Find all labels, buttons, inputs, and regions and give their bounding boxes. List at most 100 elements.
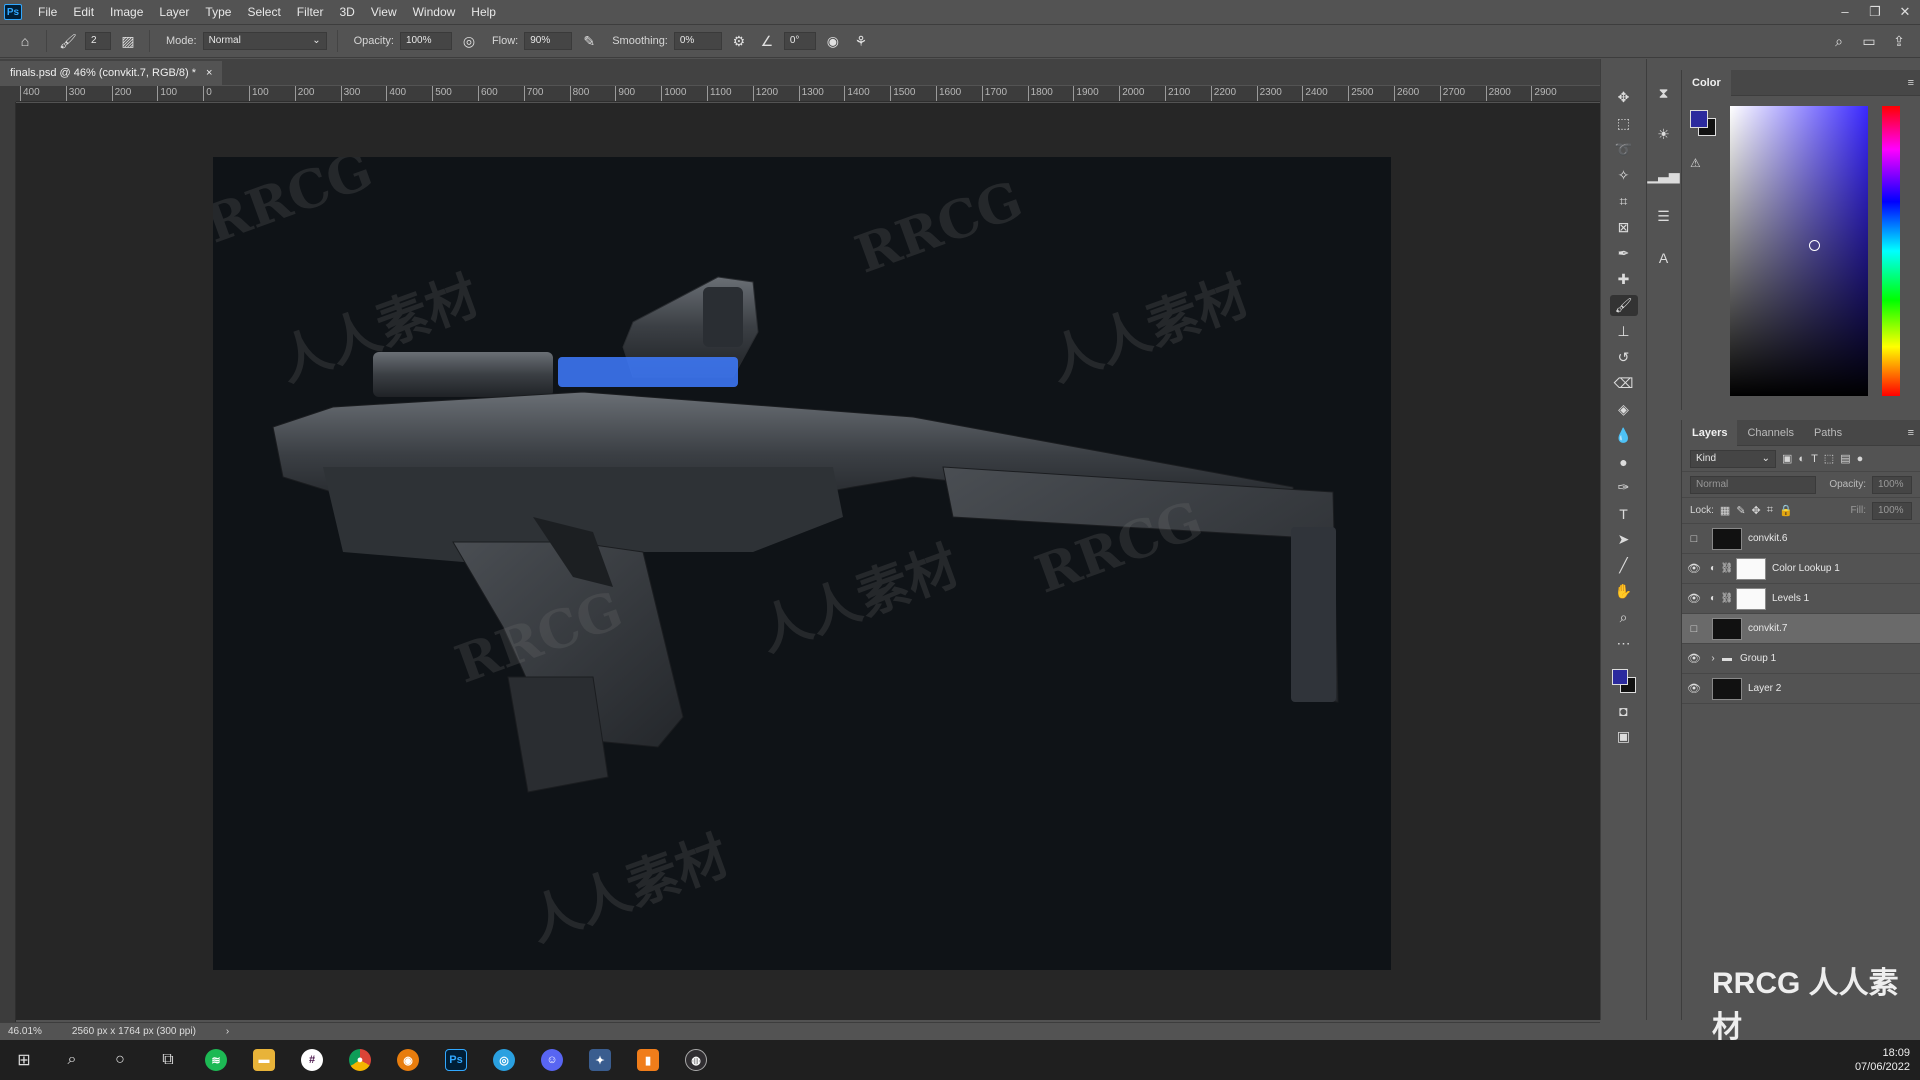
lock-pixels-icon[interactable]: ✎ (1736, 504, 1745, 517)
pressure-opacity-icon[interactable]: ◎ (458, 30, 480, 52)
line-tool-icon[interactable]: ╱ (1610, 555, 1638, 576)
flow-field[interactable]: 90% (524, 32, 573, 50)
system-clock[interactable]: 18:09 07/06/2022 (1855, 1046, 1920, 1074)
move-tool-icon[interactable]: ✥ (1610, 87, 1638, 108)
gear-icon[interactable]: ⚙ (728, 30, 750, 52)
screen-mode-icon[interactable]: ▣ (1610, 726, 1638, 747)
document-info[interactable]: 2560 px x 1764 px (300 ppi) (72, 1026, 196, 1037)
cortana-icon[interactable]: ○ (96, 1040, 144, 1080)
eyedropper-icon[interactable]: ✒ (1610, 243, 1638, 264)
properties-panel-icon[interactable]: ☰ (1650, 206, 1678, 227)
taskbar-app-explorer[interactable]: ▬ (240, 1040, 288, 1080)
foreground-color-swatch[interactable] (1611, 669, 1628, 685)
visibility-off-icon[interactable]: □ (1682, 533, 1706, 545)
panel-menu-icon[interactable]: ≡ (1908, 427, 1920, 439)
color-picker-marker[interactable] (1809, 240, 1820, 251)
crop-tool-icon[interactable]: ⌗ (1610, 191, 1638, 212)
pen-tool-icon[interactable]: ✑ (1610, 477, 1638, 498)
color-panel-foreground[interactable] (1690, 110, 1708, 128)
brush-tool-icon[interactable]: 🖌 (57, 30, 79, 52)
menu-file[interactable]: File (30, 0, 65, 24)
tab-layers[interactable]: Layers (1682, 419, 1738, 446)
path-selection-icon[interactable]: ➤ (1610, 529, 1638, 550)
taskbar-app-discord[interactable]: ☺ (528, 1040, 576, 1080)
layer-row-group1[interactable]: 👁 › ▬ Group 1 (1682, 644, 1920, 674)
histogram-panel-icon[interactable]: ▁▃▅ (1647, 165, 1679, 186)
taskbar-app-obs[interactable]: ◍ (672, 1040, 720, 1080)
horizontal-ruler[interactable]: 400 300 200 100 0 100 200 300 400 500 600 700 800 900… (16, 86, 1600, 102)
lock-artboard-icon[interactable]: ⌗ (1767, 504, 1773, 517)
eraser-icon[interactable]: ⌫ (1610, 373, 1638, 394)
home-icon[interactable]: ⌂ (14, 30, 36, 52)
menu-image[interactable]: Image (102, 0, 151, 24)
search-icon[interactable]: ⌕ (48, 1040, 96, 1080)
adjustments-panel-icon[interactable]: ☀ (1650, 124, 1678, 145)
symmetry-icon[interactable]: ⚘ (850, 30, 872, 52)
document-tab[interactable]: finals.psd @ 46% (convkit.7, RGB/8) * × (0, 61, 223, 85)
filter-pixel-icon[interactable]: ▣ (1782, 452, 1792, 465)
lasso-tool-icon[interactable]: ➰ (1610, 139, 1638, 160)
chevron-right-icon[interactable]: › (226, 1026, 229, 1037)
eye-icon[interactable]: 👁 (1682, 592, 1706, 605)
dodge-tool-icon[interactable]: ● (1610, 451, 1638, 472)
zoom-tool-icon[interactable]: ⌕ (1610, 607, 1638, 628)
taskbar-app-tool[interactable]: ✦ (576, 1040, 624, 1080)
blend-mode-select[interactable]: Normal (1690, 475, 1816, 494)
restore-icon[interactable]: ❐ (1860, 0, 1890, 24)
clone-stamp-icon[interactable]: ⊥ (1610, 321, 1638, 342)
layer-row-color-lookup[interactable]: 👁 ◐ ⛓ Color Lookup 1 (1682, 554, 1920, 584)
menu-window[interactable]: Window (405, 0, 464, 24)
taskbar-app-orange[interactable]: ▮ (624, 1040, 672, 1080)
eye-icon[interactable]: 👁 (1682, 562, 1706, 575)
vertical-ruler[interactable] (0, 102, 16, 1022)
tab-paths[interactable]: Paths (1804, 420, 1852, 446)
brush-tool-icon[interactable]: 🖌 (1609, 295, 1638, 316)
taskbar-app-photoshop[interactable]: Ps (432, 1040, 480, 1080)
lock-position-icon[interactable]: ✥ (1752, 504, 1761, 517)
windows-start-icon[interactable]: ⊞ (0, 1040, 48, 1080)
taskbar-app-spotify[interactable]: ≋ (192, 1040, 240, 1080)
menu-select[interactable]: Select (239, 0, 288, 24)
filter-shape-icon[interactable]: ⬚ (1824, 452, 1834, 465)
lock-all-icon[interactable]: 🔒 (1779, 504, 1793, 517)
filter-toggle-icon[interactable]: ● (1857, 453, 1864, 465)
lock-transparency-icon[interactable]: ▦ (1720, 504, 1730, 517)
close-tab-icon[interactable]: × (206, 67, 212, 79)
eye-icon[interactable]: 👁 (1682, 682, 1706, 695)
opacity-field[interactable]: 100% (399, 32, 452, 50)
more-tools-icon[interactable]: ⋯ (1610, 633, 1638, 654)
menu-view[interactable]: View (363, 0, 405, 24)
frame-tool-icon[interactable]: ⊠ (1610, 217, 1638, 238)
filter-type-icon[interactable]: T (1811, 453, 1818, 465)
layer-row-convkit6[interactable]: □ convkit.6 (1682, 524, 1920, 554)
filter-adjustment-icon[interactable]: ◐ (1798, 453, 1805, 465)
tab-color[interactable]: Color (1682, 69, 1731, 96)
character-panel-icon[interactable]: A (1650, 247, 1678, 268)
filter-kind-select[interactable]: Kind ⌄ (1690, 449, 1776, 468)
taskbar-app-browser[interactable]: ◎ (480, 1040, 528, 1080)
document-canvas[interactable]: RRCG 人人素材 RRCG 人人素材 RRCG 人人素材 RRCG 人人素材 (213, 157, 1391, 970)
magic-wand-icon[interactable]: ✧ (1610, 165, 1638, 186)
taskbar-app-slack[interactable]: # (288, 1040, 336, 1080)
layer-opacity-field[interactable]: 100% (1872, 475, 1912, 494)
hand-tool-icon[interactable]: ✋ (1610, 581, 1638, 602)
history-panel-icon[interactable]: ⧗ (1650, 83, 1678, 104)
healing-brush-icon[interactable]: ✚ (1610, 269, 1638, 290)
tab-channels[interactable]: Channels (1737, 420, 1803, 446)
menu-type[interactable]: Type (197, 0, 239, 24)
workspace-icon[interactable]: ▭ (1858, 30, 1880, 52)
menu-3d[interactable]: 3D (331, 0, 362, 24)
marquee-tool-icon[interactable]: ⬚ (1610, 113, 1638, 134)
menu-help[interactable]: Help (463, 0, 504, 24)
paint-bucket-icon[interactable]: ◈ (1610, 399, 1638, 420)
zoom-level[interactable]: 46.01% (8, 1026, 42, 1037)
panel-menu-icon[interactable]: ≡ (1908, 77, 1920, 89)
share-icon[interactable]: ⇪ (1888, 30, 1910, 52)
blur-tool-icon[interactable]: 💧 (1610, 425, 1638, 446)
hue-slider[interactable] (1882, 106, 1900, 396)
task-view-icon[interactable]: ⧉ (144, 1040, 192, 1080)
taskbar-app-chrome[interactable]: ● (336, 1040, 384, 1080)
taskbar-app-blender[interactable]: ◉ (384, 1040, 432, 1080)
type-tool-icon[interactable]: T (1610, 503, 1638, 524)
history-brush-icon[interactable]: ↺ (1610, 347, 1638, 368)
